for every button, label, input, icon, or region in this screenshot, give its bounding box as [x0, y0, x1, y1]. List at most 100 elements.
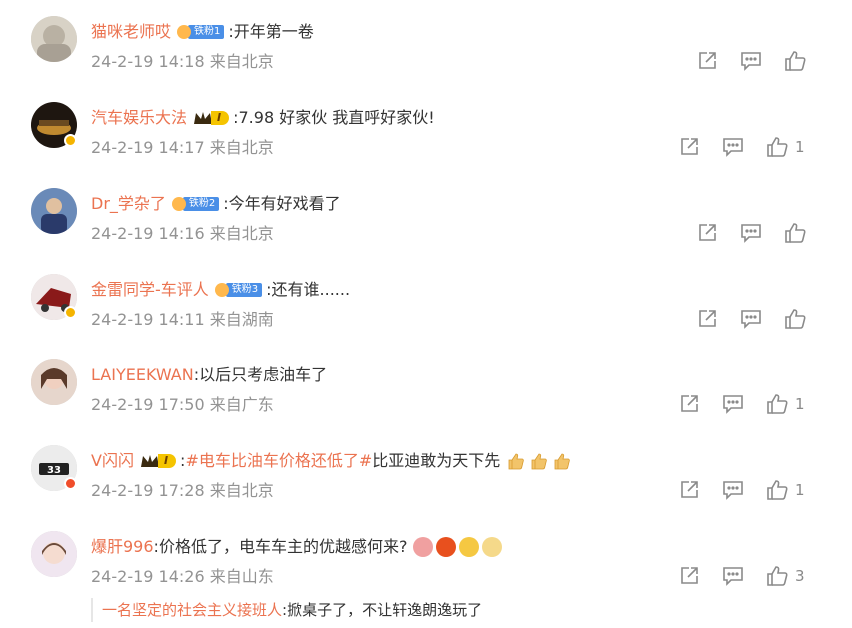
- share-button[interactable]: [678, 565, 700, 587]
- reply-item: 一名坚定的社会主义接班人:掀桌子了，不让轩逸朗逸玩了: [91, 598, 482, 622]
- like-count: 1: [795, 481, 805, 499]
- like-count: 1: [795, 138, 805, 156]
- username[interactable]: 猫咪老师哎: [91, 21, 171, 43]
- like-icon: [767, 394, 788, 414]
- vip-badge[interactable]: I: [193, 109, 230, 127]
- username[interactable]: LAIYEEKWAN: [91, 364, 194, 386]
- like-button[interactable]: [784, 308, 813, 330]
- comment-item: 33 V闪闪 I : #电车比油车价格还低了# 比亚迪敢为天下先 24-2-19 1…: [0, 429, 852, 515]
- comment-icon: [723, 138, 743, 157]
- avatar[interactable]: [31, 359, 77, 405]
- emoji-icon: [436, 537, 457, 557]
- comment-text: :今年有好戏看了: [223, 194, 341, 213]
- comment-icon: [741, 310, 761, 329]
- share-icon: [681, 395, 698, 412]
- username[interactable]: 爆肝996: [91, 536, 154, 558]
- comment-time: 24-2-19 14:16: [91, 224, 205, 243]
- comment-button[interactable]: [740, 308, 762, 330]
- share-icon: [699, 52, 716, 69]
- comment-location: 来自山东: [209, 567, 274, 586]
- like-button[interactable]: 1: [766, 479, 805, 501]
- comment-icon: [741, 224, 761, 243]
- like-button[interactable]: 1: [766, 393, 805, 415]
- like-button[interactable]: 1: [766, 136, 805, 158]
- comment-location: 来自北京: [209, 138, 274, 157]
- username[interactable]: 金雷同学-车评人: [91, 279, 209, 301]
- comment-location: 来自北京: [209, 481, 274, 500]
- comment-actions: [672, 222, 852, 246]
- avatar[interactable]: [31, 16, 77, 62]
- comment-item: 金雷同学-车评人 铁粉3 :还有谁...... 24-2-19 14:11 来自…: [0, 258, 852, 344]
- verified-badge-icon: [64, 306, 77, 319]
- reply-text: :掀桌子了，不让轩逸朗逸玩了: [282, 601, 483, 619]
- fan-badge[interactable]: 铁粉1: [177, 24, 225, 40]
- emoji-icon: [459, 537, 480, 557]
- like-count: 1: [795, 395, 805, 413]
- like-button[interactable]: [784, 222, 813, 244]
- like-button[interactable]: [784, 50, 813, 72]
- comment-item: 猫咪老师哎 铁粉1 :开年第一卷 24-2-19 14:18 来自北京: [0, 0, 852, 86]
- verified-badge-icon: [64, 134, 77, 147]
- fan-badge[interactable]: 铁粉2: [171, 196, 220, 212]
- comment-meta: 24-2-19 17:50 来自广东: [91, 395, 274, 415]
- comment-item: LAIYEEKWAN :以后只考虑油车了 24-2-19 17:50 来自广东 …: [0, 343, 852, 429]
- share-button[interactable]: [678, 479, 700, 501]
- comment-icon: [741, 52, 761, 71]
- crown-icon: [177, 25, 192, 39]
- username[interactable]: 汽车娱乐大法: [91, 107, 187, 129]
- like-count: 3: [795, 567, 805, 585]
- share-button[interactable]: [678, 136, 700, 158]
- reply-username[interactable]: 一名坚定的社会主义接班人: [102, 601, 282, 619]
- like-icon: [767, 566, 788, 586]
- comment-button[interactable]: [722, 136, 744, 158]
- comment-actions: [672, 308, 852, 332]
- topic-link[interactable]: #电车比油车价格还低了#: [185, 450, 372, 472]
- comment-text: :价格低了，电车车主的优越感何来?: [153, 537, 408, 556]
- comment-button[interactable]: [722, 479, 744, 501]
- comment-button[interactable]: [740, 222, 762, 244]
- comment-text: :开年第一卷: [228, 22, 314, 41]
- comment-actions: 1: [672, 136, 852, 160]
- emoji-group: [506, 451, 572, 471]
- comment-button[interactable]: [740, 50, 762, 72]
- comment-meta: 24-2-19 14:11 来自湖南: [91, 310, 274, 330]
- crown-icon: [194, 112, 213, 124]
- share-button[interactable]: [696, 308, 718, 330]
- comment-button[interactable]: [722, 393, 744, 415]
- share-icon: [681, 567, 698, 584]
- vip-badge[interactable]: I: [140, 452, 177, 470]
- share-icon: [681, 481, 698, 498]
- comment-item: 爆肝996 :价格低了，电车车主的优越感何来? 24-2-19 14:26 来自…: [0, 515, 852, 601]
- fan-badge[interactable]: 铁粉3: [214, 282, 263, 298]
- comment-location: 来自北京: [209, 52, 274, 71]
- comment-location: 来自北京: [209, 224, 274, 243]
- share-button[interactable]: [696, 222, 718, 244]
- share-icon: [699, 224, 716, 241]
- comment-actions: 3: [672, 565, 852, 589]
- username[interactable]: V闪闪: [91, 450, 134, 472]
- comment-time: 24-2-19 17:28: [91, 481, 205, 500]
- thumbs-up-emoji-icon: [554, 453, 571, 470]
- share-button[interactable]: [678, 393, 700, 415]
- comment-button[interactable]: [722, 565, 744, 587]
- comment-meta: 24-2-19 14:18 来自北京: [91, 52, 274, 72]
- comment-meta: 24-2-19 14:16 来自北京: [91, 224, 274, 244]
- comment-time: 24-2-19 17:50: [91, 395, 205, 414]
- crown-icon: [140, 455, 159, 467]
- comment-time: 24-2-19 14:18: [91, 52, 205, 71]
- comment-icon: [723, 395, 743, 414]
- comment-text: :还有谁......: [266, 280, 351, 299]
- comment-text: :以后只考虑油车了: [193, 365, 328, 384]
- comment-item: 汽车娱乐大法 I :7.98 好家伙 我直呼好家伙! 24-2-19 14:17…: [0, 86, 852, 172]
- avatar[interactable]: [31, 531, 77, 577]
- avatar[interactable]: [31, 188, 77, 234]
- svg-text:33: 33: [47, 465, 61, 476]
- comment-time: 24-2-19 14:26: [91, 567, 205, 586]
- comment-meta: 24-2-19 14:26 来自山东: [91, 567, 274, 587]
- like-button[interactable]: 3: [766, 565, 805, 587]
- share-button[interactable]: [696, 50, 718, 72]
- username[interactable]: Dr_学杂了: [91, 193, 166, 215]
- share-icon: [681, 138, 698, 155]
- comment-item: Dr_学杂了 铁粉2 :今年有好戏看了 24-2-19 14:16 来自北京: [0, 172, 852, 258]
- comment-icon: [723, 567, 743, 586]
